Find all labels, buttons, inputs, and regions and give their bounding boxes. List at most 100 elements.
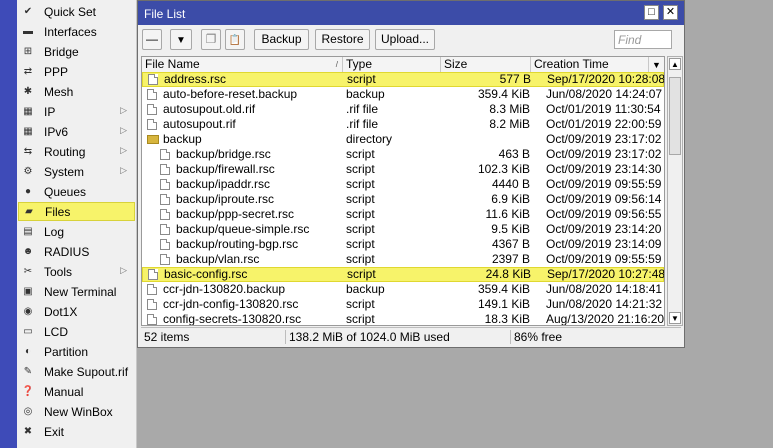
table-row[interactable]: backup/queue-simple.rsc script 9.5 KiB Oct/… xyxy=(142,222,664,237)
sidebar-item-quick-set[interactable]: ✔ Quick Set xyxy=(18,2,135,21)
cell-file-name: backup xyxy=(142,132,347,147)
cell-creation-time: Oct/09/2019 09:56:14 xyxy=(546,192,662,206)
status-divider xyxy=(285,330,286,344)
radius-icon: ☻ xyxy=(22,245,34,257)
table-row[interactable]: backup/iproute.rsc script 6.9 KiB Oct/09/20… xyxy=(142,192,664,207)
close-button[interactable]: ✕ xyxy=(663,5,678,20)
table-row[interactable]: autosupout.rif .rif file 8.2 MiB Oct/01/201… xyxy=(142,117,664,132)
table-row[interactable]: backup/bridge.rsc script 463 B Oct/09/2019 … xyxy=(142,147,664,162)
file-list-window: File List □ ✕ — ▼ ❐ 📋 Backup Restore Upl… xyxy=(137,0,685,348)
cell-size: 4367 B xyxy=(491,237,530,251)
table-row[interactable]: backup/firewall.rsc script 102.3 KiB Oct/09… xyxy=(142,162,664,177)
sidebar-item-new-winbox[interactable]: ◎ New WinBox xyxy=(18,402,135,421)
paste-button[interactable]: 📋 xyxy=(225,29,245,50)
column-menu-button[interactable]: ▼ xyxy=(649,57,664,72)
sidebar-item-tools[interactable]: ✂ Tools ▷ xyxy=(18,262,135,281)
file-icon xyxy=(147,89,157,100)
column-label: File Name xyxy=(145,57,200,71)
table-row[interactable]: auto-before-reset.backup backup 359.4 KiB J… xyxy=(142,87,664,102)
backup-button[interactable]: Backup xyxy=(254,29,309,50)
manual-icon: ❓ xyxy=(21,385,35,397)
window-titlebar[interactable]: File List □ ✕ xyxy=(138,1,684,25)
file-icon xyxy=(160,209,170,220)
file-name-text: backup/iproute.rsc xyxy=(176,192,275,206)
sidebar-item-bridge[interactable]: ⊞ Bridge xyxy=(18,42,135,61)
file-name-text: auto-before-reset.backup xyxy=(163,87,298,101)
sidebar-item-log[interactable]: ▤ Log xyxy=(18,222,135,241)
cell-type: script xyxy=(346,297,375,311)
remove-button[interactable]: — xyxy=(142,29,162,50)
sidebar-item-files[interactable]: ▰ Files xyxy=(18,202,135,221)
submenu-arrow-icon: ▷ xyxy=(120,165,127,175)
sidebar-item-dot1x[interactable]: ◉ Dot1X xyxy=(18,302,135,321)
table-row[interactable]: config-secrets-130820.rsc script 18.3 KiB A… xyxy=(142,312,664,325)
cell-creation-time: Oct/09/2019 09:55:59 xyxy=(546,252,662,266)
sidebar-item-ip[interactable]: ▦ IP ▷ xyxy=(18,102,135,121)
cell-creation-time: Oct/01/2019 11:30:54 xyxy=(546,102,661,116)
sidebar-item-label: PPP xyxy=(44,64,69,79)
table-row[interactable]: autosupout.old.rif .rif file 8.3 MiB Oct/01… xyxy=(142,102,664,117)
vertical-scrollbar[interactable]: ▲ ▼ xyxy=(667,56,683,326)
cell-type: backup xyxy=(346,282,385,296)
sidebar-item-label: Interfaces xyxy=(44,24,97,39)
column-header-creation-time[interactable]: Creation Time xyxy=(531,57,649,72)
sidebar-item-label: Mesh xyxy=(44,84,74,99)
sidebar-item-label: IPv6 xyxy=(44,124,69,139)
file-name-text: backup/ppp-secret.rsc xyxy=(176,207,295,221)
sidebar-item-label: Tools xyxy=(44,264,73,279)
sidebar-item-radius[interactable]: ☻ RADIUS xyxy=(18,242,135,261)
table-row[interactable]: basic-config.rsc script 24.8 KiB Sep/17/202… xyxy=(142,267,664,282)
cell-type: script xyxy=(346,177,375,191)
scroll-down-icon[interactable]: ▼ xyxy=(669,312,681,324)
cell-file-name: backup/bridge.rsc xyxy=(142,147,360,162)
table-row[interactable]: backup/vlan.rsc script 2397 B Oct/09/2019 0… xyxy=(142,252,664,267)
maximize-button[interactable]: □ xyxy=(644,5,659,20)
file-icon xyxy=(160,224,170,235)
table-row[interactable]: backup/ppp-secret.rsc script 11.6 KiB Oct/0… xyxy=(142,207,664,222)
cell-type: script xyxy=(346,237,375,251)
sidebar-item-routing[interactable]: ⇆ Routing ▷ xyxy=(18,142,135,161)
file-icon xyxy=(160,194,170,205)
table-row[interactable]: address.rsc script 577 B Sep/17/2020 10:28:… xyxy=(142,72,664,87)
file-icon xyxy=(147,104,157,115)
sidebar-item-queues[interactable]: ● Queues xyxy=(18,182,135,201)
submenu-arrow-icon: ▷ xyxy=(120,105,127,115)
scroll-thumb[interactable] xyxy=(669,77,681,155)
sort-arrow-icon: / xyxy=(335,60,338,69)
table-row[interactable]: backup directory Oct/09/2019 23:17:02 xyxy=(142,132,664,147)
column-header-type[interactable]: Type xyxy=(343,57,441,72)
table-row[interactable]: ccr-jdn-config-130820.rsc script 149.1 KiB… xyxy=(142,297,664,312)
sidebar-item-system[interactable]: ⚙ System ▷ xyxy=(18,162,135,181)
table-row[interactable]: backup/routing-bgp.rsc script 4367 B Oct/09… xyxy=(142,237,664,252)
table-row[interactable]: ccr-jdn-130820.backup backup 359.4 KiB Jun/… xyxy=(142,282,664,297)
sidebar-item-exit[interactable]: ✖ Exit xyxy=(18,422,135,441)
table-row[interactable]: backup/ipaddr.rsc script 4440 B Oct/09/2019… xyxy=(142,177,664,192)
sidebar-item-partition[interactable]: ◐ Partition xyxy=(18,342,135,361)
column-header-size[interactable]: Size xyxy=(441,57,531,72)
upload-button[interactable]: Upload... xyxy=(375,29,435,50)
sidebar-item-new-terminal[interactable]: ▣ New Terminal xyxy=(18,282,135,301)
scroll-up-icon[interactable]: ▲ xyxy=(669,58,681,70)
window-title: File List xyxy=(144,7,186,21)
cell-file-name: auto-before-reset.backup xyxy=(142,87,347,102)
find-input[interactable] xyxy=(614,30,672,49)
cell-size: 11.6 KiB xyxy=(485,207,530,221)
cell-size: 8.2 MiB xyxy=(489,117,530,131)
cell-file-name: config-secrets-130820.rsc xyxy=(142,312,347,325)
copy-button[interactable]: ❐ xyxy=(201,29,221,50)
status-divider xyxy=(510,330,511,344)
sidebar-item-lcd[interactable]: ▭ LCD xyxy=(18,322,135,341)
sidebar-item-interfaces[interactable]: ▬ Interfaces xyxy=(18,22,135,41)
cell-file-name: backup/ppp-secret.rsc xyxy=(142,207,360,222)
sidebar-item-make-supout-rif[interactable]: ✎ Make Supout.rif xyxy=(18,362,135,381)
sidebar-item-ipv6[interactable]: ▦ IPv6 ▷ xyxy=(18,122,135,141)
sidebar-item-ppp[interactable]: ⇄ PPP xyxy=(18,62,135,81)
cell-size: 149.1 KiB xyxy=(477,297,530,311)
file-icon xyxy=(160,254,170,265)
sidebar-item-label: RADIUS xyxy=(44,244,90,259)
filter-button[interactable]: ▼ xyxy=(170,29,192,50)
sidebar-item-manual[interactable]: ❓ Manual xyxy=(18,382,135,401)
sidebar-item-mesh[interactable]: ✱ Mesh xyxy=(18,82,135,101)
column-header-file-name[interactable]: File Name / xyxy=(142,57,343,72)
restore-button[interactable]: Restore xyxy=(315,29,370,50)
